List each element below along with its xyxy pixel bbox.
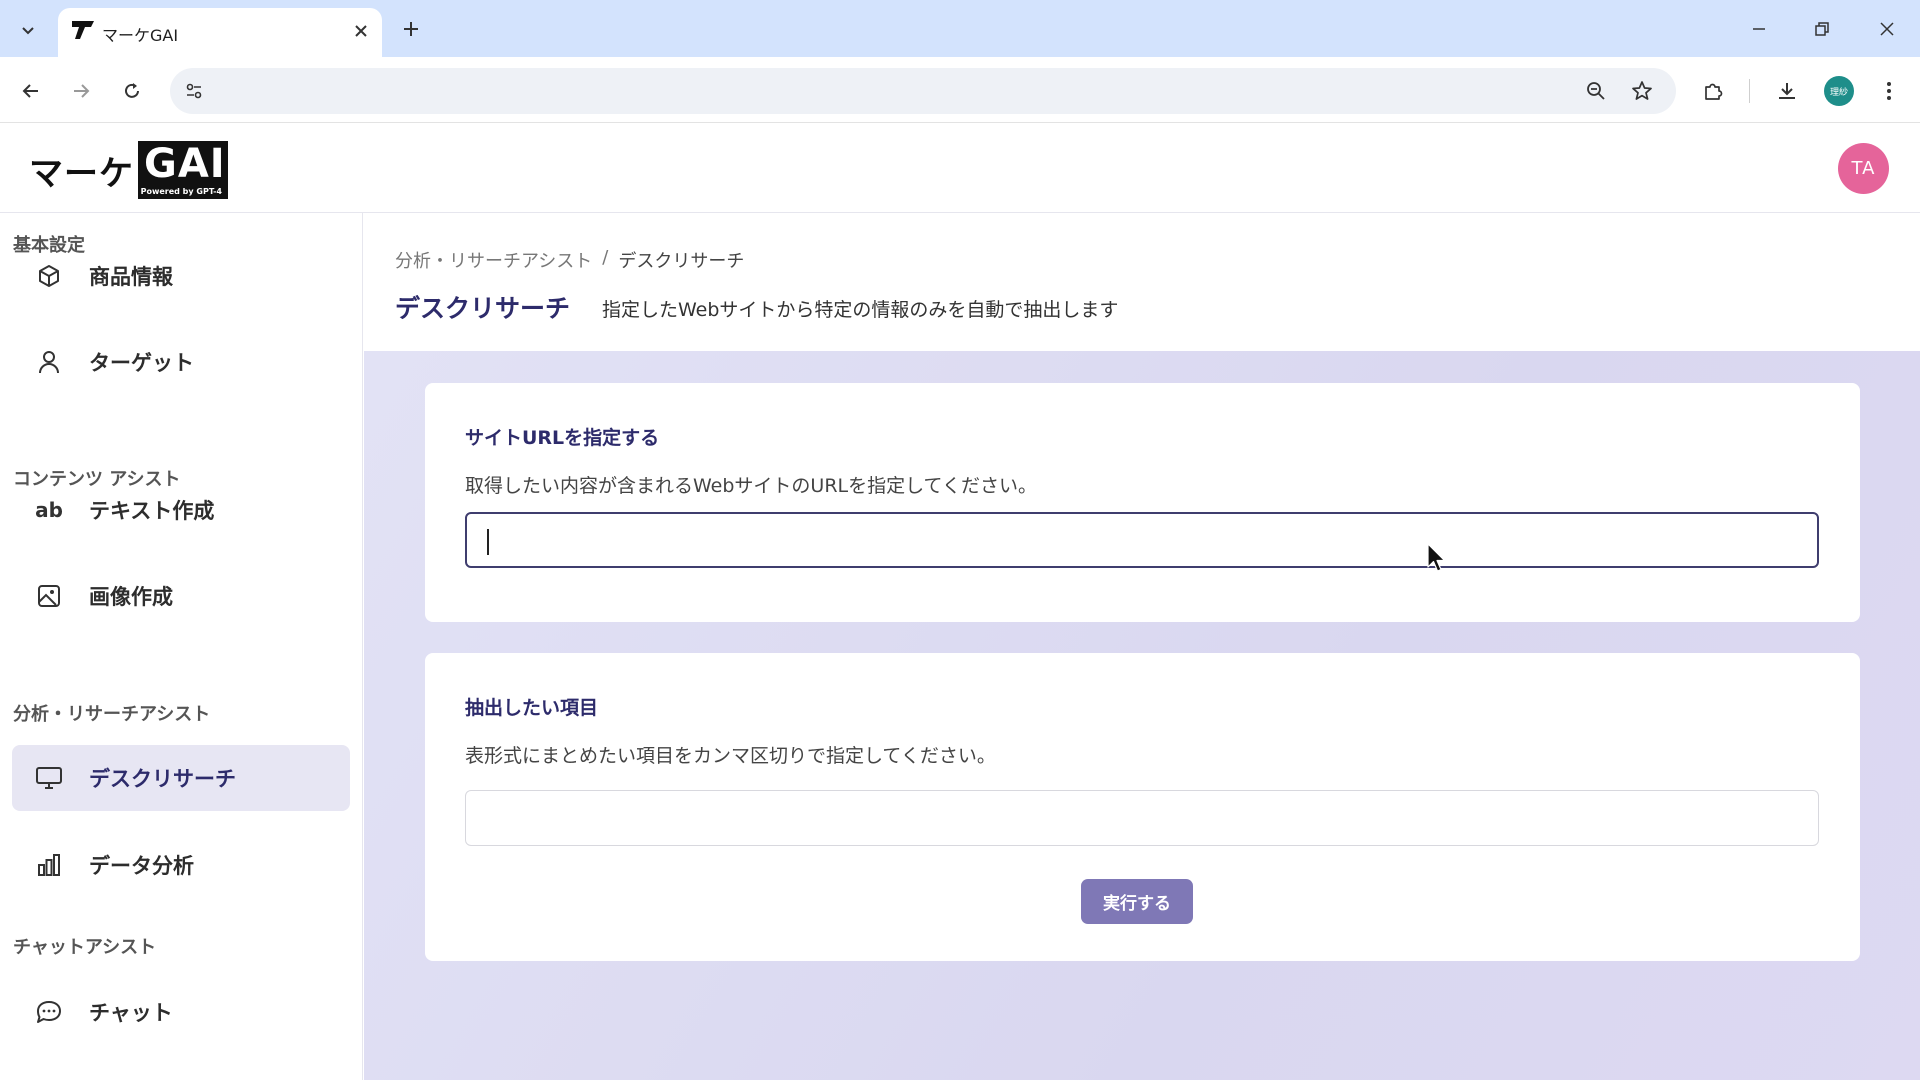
zoom-magnifier-icon[interactable] [1580,75,1612,107]
chat-bubble-icon [34,997,64,1027]
sidebar-item-label: 画像作成 [89,585,173,609]
person-icon [34,347,64,377]
main-content: サイトURLを指定する 取得したい内容が含まれるWebサイトのURLを指定してく… [364,351,1920,1080]
site-settings-icon[interactable] [178,75,210,107]
sidebar-item-text-creation[interactable]: ab テキスト作成 [12,477,350,543]
mouse-pointer-icon [1427,543,1447,573]
breadcrumb: 分析・リサーチアシスト / デスクリサーチ [395,247,744,273]
toolbar-separator [1749,79,1750,103]
browser-tab-bar: マーケGAI [0,0,1920,57]
address-input[interactable] [220,68,1520,114]
extract-items-title: 抽出したい項目 [465,697,599,719]
run-button[interactable]: 実行する [1081,879,1193,924]
window-close-icon[interactable] [1870,12,1904,46]
extract-items-input[interactable] [465,790,1819,846]
page-description: 指定したWebサイトから特定の情報のみを自動で抽出します [602,299,1119,321]
app-header: マーケ GAI Powered by GPT-4 TA [0,123,1920,213]
sidebar-item-target[interactable]: ターゲット [12,329,350,395]
sidebar-item-data-analysis[interactable]: データ分析 [12,832,350,898]
profile-avatar: 理紗 [1824,76,1854,106]
app-logo[interactable]: マーケ GAI Powered by GPT-4 [29,141,228,199]
sidebar-item-label: 商品情報 [89,265,173,289]
sidebar-item-label: ターゲット [89,351,194,375]
ab-text-icon: ab [34,495,64,525]
app-favicon-icon [70,18,98,44]
sidebar-item-image-creation[interactable]: 画像作成 [12,563,350,629]
sidebar: 基本設定 商品情報 ターゲット コンテンツ アシスト ab テキスト作成 画像作… [0,213,363,1080]
user-avatar[interactable]: TA [1838,143,1889,194]
sidebar-section-chat: チャットアシスト [13,937,157,958]
sidebar-item-label: テキスト作成 [89,499,215,523]
box-icon [34,261,64,291]
url-card: サイトURLを指定する 取得したい内容が含まれるWebサイトのURLを指定してく… [425,383,1860,622]
back-arrow-icon[interactable] [14,74,48,108]
logo-kana: マーケ [29,153,134,194]
sidebar-item-desk-research[interactable]: デスクリサーチ [12,745,350,811]
restore-icon[interactable] [1805,12,1839,46]
sidebar-section-research: 分析・リサーチアシスト [13,704,211,725]
more-menu-kebab-icon[interactable] [1872,74,1906,108]
bookmark-star-icon[interactable] [1626,75,1658,107]
tab-title: マーケGAI [102,26,179,45]
page-title: デスクリサーチ [395,294,571,323]
logo-gai-box: GAI Powered by GPT-4 [138,141,228,199]
sidebar-item-label: データ分析 [89,854,194,878]
monitor-icon [34,763,64,793]
url-card-description: 取得したい内容が含まれるWebサイトのURLを指定してください。 [465,475,1037,497]
sidebar-item-chat[interactable]: チャット [12,979,350,1045]
page-header: 分析・リサーチアシスト / デスクリサーチ デスクリサーチ 指定したWebサイト… [364,213,1920,351]
logo-gai-text: GAI [144,141,226,187]
extensions-puzzle-icon[interactable] [1696,74,1730,108]
logo-powered-text: Powered by GPT-4 [140,187,222,196]
reload-icon[interactable] [115,74,149,108]
url-card-title: サイトURLを指定する [465,427,660,449]
site-url-input[interactable] [465,512,1819,568]
text-caret [487,529,489,555]
sidebar-item-product-info[interactable]: 商品情報 [12,243,350,309]
tab-list-chevron-icon[interactable] [9,11,47,49]
minimize-icon[interactable] [1742,12,1776,46]
breadcrumb-parent-link[interactable]: 分析・リサーチアシスト [395,247,592,273]
sidebar-item-label: チャット [89,1001,173,1025]
extract-items-description: 表形式にまとめたい項目をカンマ区切りで指定してください。 [465,745,996,767]
tab-close-icon[interactable] [350,20,372,42]
new-tab-plus-icon[interactable] [398,16,424,42]
bar-chart-icon [34,850,64,880]
profile-button[interactable]: 理紗 [1822,74,1856,108]
image-icon [34,581,64,611]
browser-toolbar: 理紗 [0,57,1920,123]
breadcrumb-separator: / [602,247,609,268]
sidebar-item-label: デスクリサーチ [89,767,236,791]
breadcrumb-current: デスクリサーチ [618,251,745,272]
forward-arrow-icon[interactable] [64,74,98,108]
ab-glyph: ab [35,498,63,522]
download-icon[interactable] [1770,74,1804,108]
address-bar[interactable] [170,68,1676,114]
browser-tab[interactable]: マーケGAI [58,8,382,57]
